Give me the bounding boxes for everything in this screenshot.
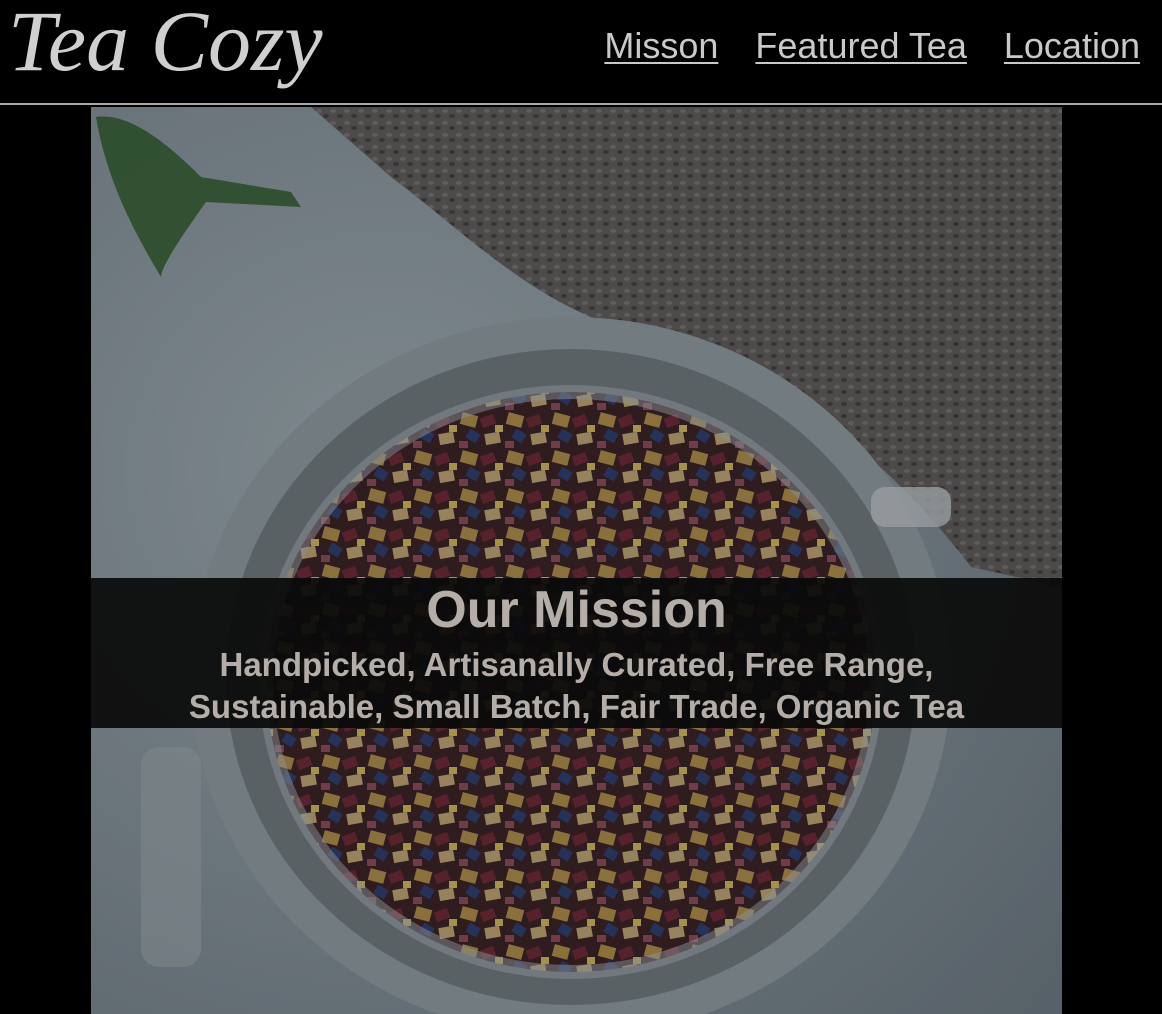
nav-link-featured-tea[interactable]: Featured Tea <box>755 24 966 68</box>
site-header: Tea Cozy Misson Featured Tea Location <box>0 0 1162 105</box>
mission-subtitle-line-2: Sustainable, Small Batch, Fair Trade, Or… <box>188 688 965 725</box>
mission-banner: Our Mission Handpicked, Artisanally Cura… <box>91 578 1062 728</box>
mission-title: Our Mission <box>426 581 727 639</box>
main-nav: Misson Featured Tea Location <box>604 24 1140 68</box>
nav-link-mission[interactable]: Misson <box>604 24 718 68</box>
tea-cozy-logo[interactable]: Tea Cozy <box>6 0 521 100</box>
nav-link-location[interactable]: Location <box>1004 24 1140 68</box>
mission-subtitle: Handpicked, Artisanally Curated, Free Ra… <box>91 644 1062 728</box>
hero-image <box>91 107 1062 1014</box>
logo-text: Tea Cozy <box>8 0 323 89</box>
mission-subtitle-line-1: Handpicked, Artisanally Curated, Free Ra… <box>219 646 934 683</box>
